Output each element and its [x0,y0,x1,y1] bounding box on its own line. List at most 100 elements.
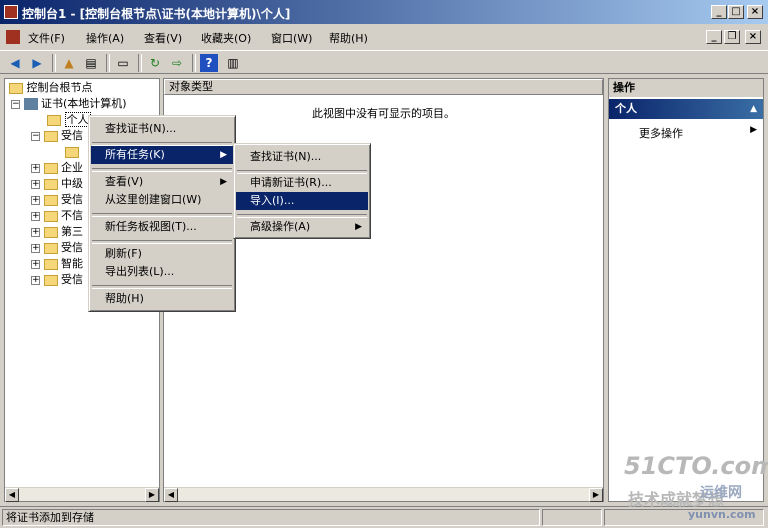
menu-bar: 文件(F) 操作(A) 查看(V) 收藏夹(O) 窗口(W) 帮助(H) _ ❐… [0,26,768,48]
actions-pane: 操作 个人 ▲ 更多操作 ▶ [608,78,764,502]
more-actions[interactable]: 更多操作 ▶ [639,125,761,141]
tree-item[interactable]: − 受信 [31,128,83,144]
menu-all-tasks[interactable]: 所有任务(K) ▶ [91,146,233,164]
folder-icon [47,114,61,126]
submenu-arrow-icon: ▶ [220,150,227,160]
refresh-icon[interactable]: ↻ [146,54,164,72]
scroll-right-icon[interactable]: ▶ [589,488,603,502]
collapse-up-icon[interactable]: ▲ [750,99,757,119]
up-folder-icon[interactable]: ▲ [60,54,78,72]
menu-view[interactable]: 查看(V) [144,30,182,46]
app-icon [4,5,18,19]
menu-help[interactable]: 帮助(H) [91,290,233,308]
more-actions-label: 更多操作 [639,127,683,140]
tree-item[interactable]: + 企业 [31,160,83,176]
content-hscrollbar[interactable]: ◀ ▶ [164,487,603,502]
tree-item-label: 受信 [61,193,83,206]
tree-personal-label: 个人 [64,112,91,127]
tree-item[interactable]: + 受信 [31,192,83,208]
folder-icon [43,242,58,254]
expand-icon[interactable]: + [31,195,40,205]
actions-header: 操作 [609,79,763,97]
status-text: 将证书添加到存储 [2,509,540,526]
inner-minimize-button[interactable]: _ [706,30,722,44]
action-pane-icon[interactable]: ▥ [224,54,242,72]
tree-item[interactable]: + 中级 [31,176,83,192]
folder-icon [43,162,58,174]
tree-subitem[interactable] [65,144,79,160]
inner-close-button[interactable]: × [745,30,761,44]
properties-icon[interactable]: ▭ [114,54,132,72]
maximize-button[interactable]: □ [728,5,744,19]
collapse-icon[interactable]: − [11,99,20,109]
tree-item[interactable]: + 智能 [31,256,83,272]
tree-hscrollbar[interactable]: ◀ ▶ [5,487,159,502]
back-icon[interactable]: ◀ [6,54,24,72]
menu-new-taskpad[interactable]: 新任务板视图(T)... [91,218,233,236]
show-tree-icon[interactable]: ▤ [82,54,100,72]
export-icon[interactable]: ⇨ [168,54,186,72]
tree-root-label: 控制台根节点 [26,81,93,94]
watermark-logo: 51CTO.com [624,452,768,480]
folder-icon [65,146,79,158]
folder-icon [43,210,58,222]
tree-item[interactable]: + 不信 [31,208,83,224]
tree-cert[interactable]: − 证书(本地计算机) [11,96,127,112]
watermark-site-name: 运维网 [700,485,742,501]
submenu-advanced-label: 高级操作(A) [250,220,311,233]
menu-view[interactable]: 查看(V) ▶ [91,173,233,191]
scroll-left-icon[interactable]: ◀ [164,488,178,502]
tree-item-label: 受信 [61,129,83,142]
expand-icon[interactable]: + [31,243,40,253]
menu-window[interactable]: 窗口(W) [271,30,312,46]
menu-find-cert[interactable]: 查找证书(N)... [91,120,233,138]
tree-item-label: 中级 [61,177,83,190]
expand-icon[interactable]: + [31,179,40,189]
expand-icon[interactable]: + [31,227,40,237]
context-menu: 查找证书(N)... 所有任务(K) ▶ 查看(V) ▶ 从这里创建窗口(W) … [88,115,236,312]
certificate-icon [23,98,38,110]
close-button[interactable]: × [747,5,763,19]
forward-icon[interactable]: ▶ [28,54,46,72]
title-bar: 控制台1 - [控制台根节点\证书(本地计算机)\个人] _ □ × [0,0,768,24]
inner-restore-button[interactable]: ❐ [724,30,740,44]
tree-root[interactable]: 控制台根节点 [9,80,93,96]
tree-item-label: 智能 [61,257,83,270]
tree-personal[interactable]: 个人 [47,112,91,128]
expand-icon[interactable]: + [31,211,40,221]
menu-file[interactable]: 文件(F) [28,30,65,46]
tree-item-label: 第三 [61,225,83,238]
submenu-advanced[interactable]: 高级操作(A) ▶ [236,218,368,236]
submenu-find-cert[interactable]: 查找证书(N)... [236,148,368,166]
window-title: 控制台1 - [控制台根节点\证书(本地计算机)\个人] [22,7,291,21]
folder-icon [43,194,58,206]
status-cell [542,509,602,526]
menu-refresh[interactable]: 刷新(F) [91,245,233,263]
folder-icon [43,178,58,190]
folder-icon [43,274,58,286]
menu-export-list[interactable]: 导出列表(L)... [91,263,233,281]
menu-action[interactable]: 操作(A) [86,30,124,46]
scroll-left-icon[interactable]: ◀ [5,488,19,502]
minimize-button[interactable]: _ [711,5,727,19]
submenu-import[interactable]: 导入(I)... [236,192,368,210]
tree-item[interactable]: + 受信 [31,240,83,256]
expand-icon[interactable]: + [31,163,40,173]
scroll-right-icon[interactable]: ▶ [145,488,159,502]
expand-icon[interactable]: + [31,275,40,285]
menu-new-window[interactable]: 从这里创建窗口(W) [91,191,233,209]
collapse-icon[interactable]: − [31,131,40,141]
tree-item[interactable]: + 受信 [31,272,83,288]
submenu-request-cert[interactable]: 申请新证书(R)... [236,174,368,192]
actions-section-label: 个人 [615,102,637,115]
expand-icon[interactable]: + [31,259,40,269]
menu-help[interactable]: 帮助(H) [329,30,368,46]
menu-favorites[interactable]: 收藏夹(O) [201,30,251,46]
actions-section[interactable]: 个人 ▲ [609,99,763,119]
submenu-arrow-icon: ▶ [220,177,227,187]
tree-item[interactable]: + 第三 [31,224,83,240]
watermark-site-url: yunvn.com [688,508,756,521]
folder-icon [9,82,23,94]
help-icon[interactable]: ? [200,54,218,72]
column-header[interactable]: 对象类型 [164,79,603,95]
